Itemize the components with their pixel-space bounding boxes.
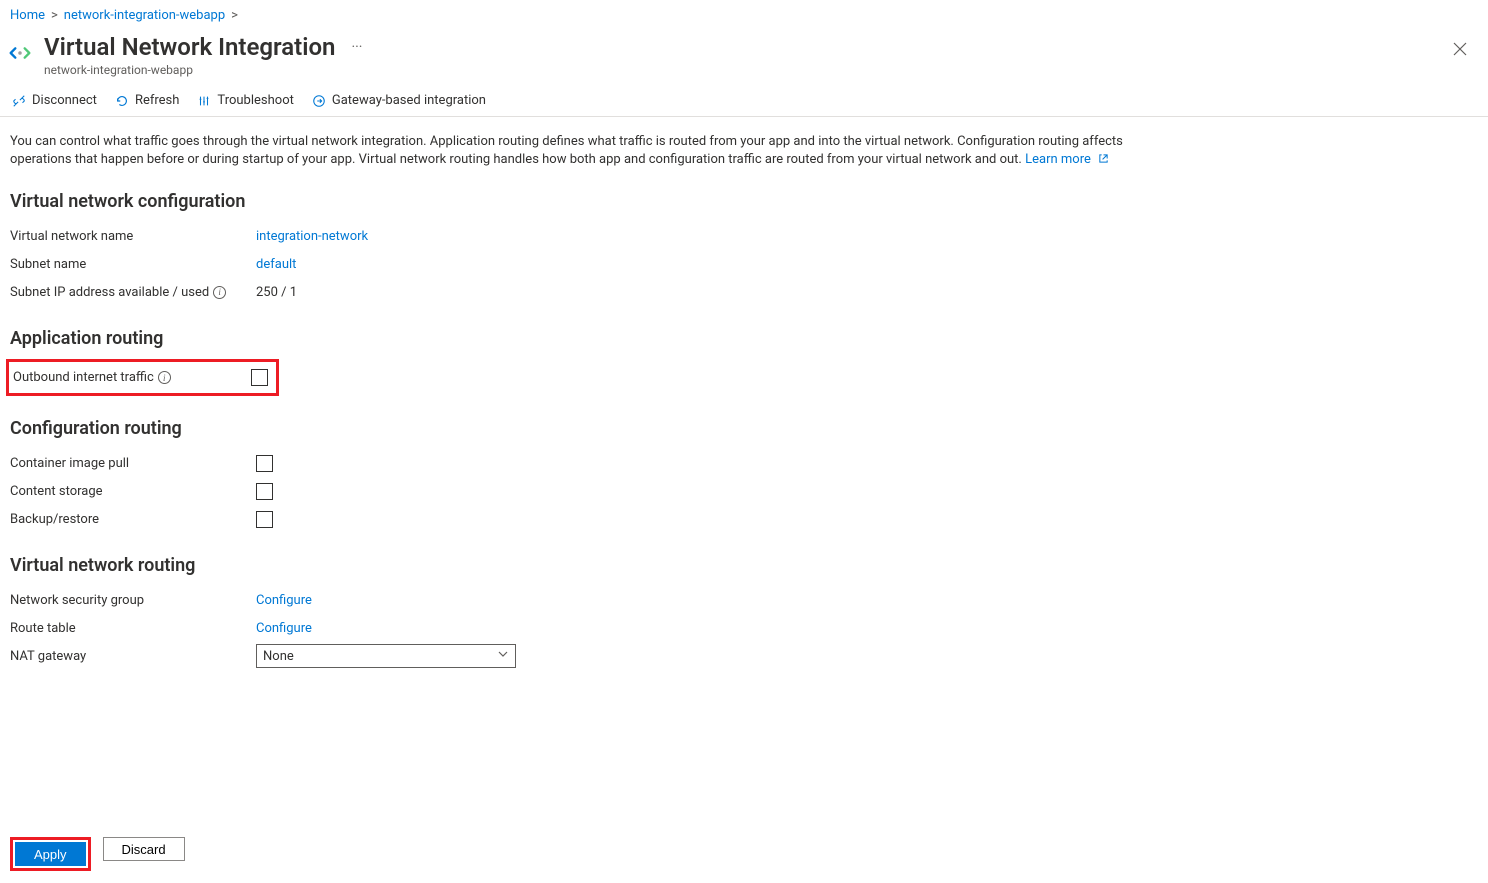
backup-restore-label: Backup/restore <box>10 512 256 527</box>
gateway-integration-button[interactable]: Gateway-based integration <box>312 93 486 108</box>
row-container-image: Container image pull <box>10 449 1130 477</box>
row-content-storage: Content storage <box>10 477 1130 505</box>
row-nsg: Network security group Configure <box>10 586 1130 614</box>
footer-actions: Apply Discard <box>0 825 1488 883</box>
nsg-configure-link[interactable]: Configure <box>256 593 312 608</box>
troubleshoot-label: Troubleshoot <box>217 93 293 108</box>
discard-button[interactable]: Discard <box>103 837 185 861</box>
outbound-traffic-checkbox[interactable] <box>251 369 268 386</box>
route-table-label: Route table <box>10 621 256 636</box>
breadcrumb: Home > network-integration-webapp > <box>0 0 1488 29</box>
info-icon[interactable]: i <box>213 286 226 299</box>
resource-icon <box>6 39 34 67</box>
nat-gateway-label: NAT gateway <box>10 649 256 664</box>
outbound-traffic-label: Outbound internet traffic i <box>9 370 251 385</box>
vnet-name-label: Virtual network name <box>10 229 256 244</box>
chevron-right-icon: > <box>231 8 238 23</box>
row-subnet-ip: Subnet IP address available / used i 250… <box>10 278 1130 306</box>
row-subnet-name: Subnet name default <box>10 250 1130 278</box>
refresh-button[interactable]: Refresh <box>115 93 179 108</box>
page-header: Virtual Network Integration ··· network-… <box>0 29 1488 83</box>
content-storage-checkbox[interactable] <box>256 483 273 500</box>
nat-gateway-value: None <box>263 649 294 664</box>
chevron-right-icon: > <box>51 8 58 23</box>
info-icon[interactable]: i <box>158 371 171 384</box>
breadcrumb-home[interactable]: Home <box>10 8 45 23</box>
vnet-name-link[interactable]: integration-network <box>256 229 368 244</box>
subnet-ip-label: Subnet IP address available / used i <box>10 285 256 300</box>
section-vnet-routing: Virtual network routing <box>10 555 1130 576</box>
chevron-down-icon <box>497 648 509 664</box>
section-app-routing: Application routing <box>10 328 1130 349</box>
page-subtitle: network-integration-webapp <box>44 63 366 77</box>
troubleshoot-button[interactable]: Troubleshoot <box>197 93 293 108</box>
refresh-label: Refresh <box>135 93 179 108</box>
breadcrumb-webapp[interactable]: network-integration-webapp <box>64 8 225 23</box>
learn-more-link[interactable]: Learn more <box>1025 152 1109 167</box>
main-content: You can control what traffic goes throug… <box>0 117 1140 750</box>
row-route-table: Route table Configure <box>10 614 1130 642</box>
nat-gateway-select[interactable]: None <box>256 644 516 668</box>
row-nat-gateway: NAT gateway None <box>10 642 1130 670</box>
highlight-outbound-traffic: Outbound internet traffic i <box>6 359 279 396</box>
subnet-name-link[interactable]: default <box>256 257 296 272</box>
gateway-label: Gateway-based integration <box>332 93 486 108</box>
nsg-label: Network security group <box>10 593 256 608</box>
section-config-routing: Configuration routing <box>10 418 1130 439</box>
subnet-name-label: Subnet name <box>10 257 256 272</box>
container-image-checkbox[interactable] <box>256 455 273 472</box>
apply-button[interactable]: Apply <box>15 842 86 866</box>
close-button[interactable] <box>1448 37 1472 61</box>
route-table-configure-link[interactable]: Configure <box>256 621 312 636</box>
command-bar: Disconnect Refresh Troubleshoot Gateway-… <box>0 83 1488 117</box>
more-actions-button[interactable]: ··· <box>347 37 366 57</box>
intro-text: You can control what traffic goes throug… <box>10 133 1130 169</box>
subnet-ip-value: 250 / 1 <box>256 285 297 300</box>
content-storage-label: Content storage <box>10 484 256 499</box>
section-vnet-config: Virtual network configuration <box>10 191 1130 212</box>
external-link-icon <box>1098 152 1109 170</box>
container-image-label: Container image pull <box>10 456 256 471</box>
row-vnet-name: Virtual network name integration-network <box>10 222 1130 250</box>
page-title: Virtual Network Integration <box>44 33 335 61</box>
highlight-apply: Apply <box>10 837 91 871</box>
disconnect-label: Disconnect <box>32 93 97 108</box>
row-backup-restore: Backup/restore <box>10 505 1130 533</box>
disconnect-button[interactable]: Disconnect <box>12 93 97 108</box>
backup-restore-checkbox[interactable] <box>256 511 273 528</box>
